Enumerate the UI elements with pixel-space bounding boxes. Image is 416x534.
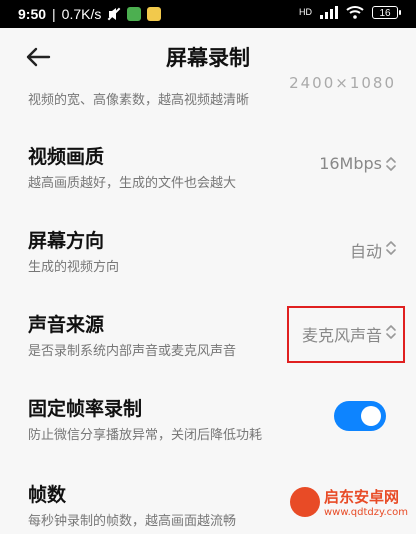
app-notification-icon — [147, 7, 162, 21]
page-title: 屏幕录制 — [166, 46, 250, 70]
signal-icon — [320, 5, 338, 19]
hd-indicator: HD — [299, 7, 312, 17]
network-speed: 0.7K/s — [61, 6, 102, 22]
watermark-logo-icon — [290, 487, 320, 517]
status-time: 9:50 — [18, 6, 47, 22]
status-left: 9:50 | 0.7K/s — [18, 6, 162, 22]
setting-resolution-desc: 视频的宽、高像素数，越高视频越清晰 — [28, 93, 250, 108]
setting-fixed-frame-rate-desc: 防止微信分享播放异常，关闭后降低功耗 — [28, 428, 263, 443]
toggle-knob — [361, 406, 381, 426]
watermark: 启东安卓网 www.qdtdzy.com — [290, 483, 416, 525]
setting-resolution[interactable]: 2400×1080 视频的宽、高像素数，越高视频越清晰 — [0, 74, 416, 116]
setting-frame-count-title: 帧数 — [28, 484, 67, 506]
download-icon — [127, 7, 142, 21]
watermark-url: www.qdtdzy.com — [324, 507, 409, 518]
setting-resolution-value: 2400×1080 — [289, 74, 396, 92]
silent-icon — [107, 7, 121, 21]
setting-fixed-frame-rate-title: 固定帧率录制 — [28, 398, 143, 420]
setting-audio-source-title: 声音来源 — [28, 314, 105, 336]
fixed-frame-rate-toggle[interactable] — [334, 401, 386, 431]
wifi-icon — [346, 6, 364, 19]
setting-screen-orientation-value: 自动 — [349, 242, 382, 261]
setting-video-quality[interactable]: 视频画质 越高画质越好，生成的文件也会越大 16Mbps — [0, 136, 416, 196]
highlight-box — [287, 306, 405, 363]
status-separator: | — [52, 6, 56, 22]
watermark-title: 启东安卓网 — [324, 488, 400, 506]
setting-video-quality-title: 视频画质 — [28, 146, 105, 168]
setting-video-quality-value: 16Mbps — [319, 154, 382, 173]
setting-frame-count-desc: 每秒钟录制的帧数，越高画面越流畅 — [28, 514, 237, 529]
setting-video-quality-desc: 越高画质越好，生成的文件也会越大 — [28, 176, 237, 191]
setting-audio-source-desc: 是否录制系统内部声音或麦克风声音 — [28, 344, 237, 359]
chevron-up-down-icon — [386, 157, 396, 171]
battery-icon: 16 — [372, 5, 401, 19]
setting-screen-orientation-desc: 生成的视频方向 — [28, 260, 120, 275]
setting-screen-orientation[interactable]: 屏幕方向 生成的视频方向 自动 — [0, 220, 416, 280]
status-right: HD 16 — [299, 5, 401, 19]
setting-screen-orientation-title: 屏幕方向 — [28, 230, 105, 252]
chevron-up-down-icon — [386, 241, 396, 255]
status-bar: 9:50 | 0.7K/s HD 16 — [0, 0, 416, 28]
